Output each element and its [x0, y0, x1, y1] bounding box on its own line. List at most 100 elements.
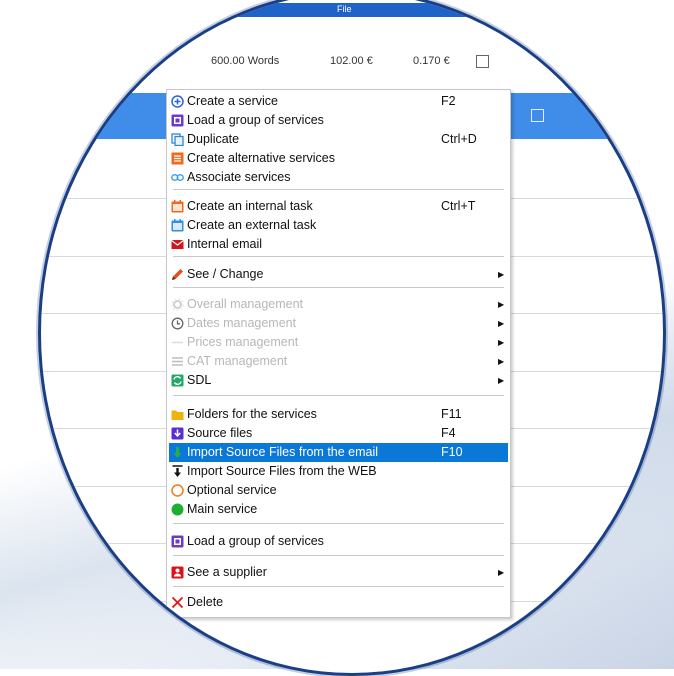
- menu-item-label: CAT management: [187, 354, 288, 368]
- menu-item-create-alternative[interactable]: Create alternative services: [169, 149, 508, 168]
- submenu-arrow-icon: ▶: [498, 357, 505, 366]
- source-files-icon: [171, 427, 184, 440]
- menu-item-cat-management[interactable]: CAT management ▶: [169, 352, 508, 371]
- menu-item-label: Import Source Files from the WEB: [187, 464, 377, 478]
- menu-item-delete[interactable]: Delete: [169, 593, 508, 612]
- menu-separator: [173, 555, 504, 556]
- menu-separator: [173, 395, 504, 396]
- zoom-circle: File 600.00 Words 102.00 € 0.170 € Creat…: [38, 0, 666, 676]
- words-cell: 600.00 Words: [211, 55, 280, 67]
- top-strip: File: [41, 3, 663, 17]
- menu-item-label: Dates management: [187, 316, 297, 330]
- menu-item-external-task[interactable]: Create an external task: [169, 216, 508, 235]
- menu-separator: [173, 523, 504, 524]
- service-row[interactable]: 600.00 Words 102.00 € 0.170 €: [41, 23, 663, 93]
- menu-item-label: Import Source Files from the email: [187, 445, 379, 459]
- menu-item-label: Create an internal task: [187, 199, 313, 213]
- main-circle-icon: [171, 503, 184, 516]
- list-icon: [172, 357, 183, 366]
- gear-icon: [171, 298, 184, 311]
- menu-item-sdl[interactable]: SDL ▶: [169, 371, 508, 390]
- menu-item-label: SDL: [187, 373, 212, 387]
- menu-item-label: Prices management: [187, 335, 299, 349]
- menu-item-label: Main service: [187, 502, 258, 516]
- price-cell: 102.00 €: [330, 55, 373, 67]
- menu-item-label: Folders for the services: [187, 407, 317, 421]
- menu-item-shortcut: Ctrl+T: [441, 199, 476, 213]
- context-menu: Create a service F2 Load a group of serv…: [166, 89, 511, 618]
- menu-separator: [173, 256, 504, 257]
- menu-item-label: Load a group of services: [187, 113, 324, 127]
- menu-item-shortcut: F2: [441, 94, 456, 108]
- menu-item-see-supplier[interactable]: See a supplier ▶: [169, 563, 508, 582]
- menu-item-label: Source files: [187, 426, 253, 440]
- selected-row-checkbox[interactable]: [531, 109, 544, 122]
- row-checkbox[interactable]: [476, 55, 489, 68]
- import-email-icon: [173, 447, 182, 458]
- menu-item-see-change[interactable]: See / Change ▶: [169, 265, 508, 284]
- submenu-arrow-icon: ▶: [498, 270, 505, 279]
- submenu-arrow-icon: ▶: [498, 300, 505, 309]
- plus-circle-icon: [171, 95, 184, 108]
- menu-item-label: Associate services: [187, 170, 291, 184]
- menu-item-duplicate[interactable]: Duplicate Ctrl+D: [169, 130, 508, 149]
- internal-task-icon: [171, 200, 184, 213]
- menu-item-internal-task[interactable]: Create an internal task Ctrl+T: [169, 197, 508, 216]
- menu-item-prices-management[interactable]: Prices management ▶: [169, 333, 508, 352]
- submenu-arrow-icon: ▶: [498, 319, 505, 328]
- submenu-arrow-icon: ▶: [498, 338, 505, 347]
- email-icon: [171, 240, 184, 249]
- menu-item-import-web[interactable]: Import Source Files from the WEB: [169, 462, 508, 481]
- menu-item-dates-management[interactable]: Dates management ▶: [169, 314, 508, 333]
- load-group-icon: [171, 535, 184, 548]
- app-background: File 600.00 Words 102.00 € 0.170 € Creat…: [41, 3, 663, 672]
- menu-item-create-service[interactable]: Create a service F2: [169, 92, 508, 111]
- menu-item-label: Overall management: [187, 297, 304, 311]
- menu-item-shortcut: F11: [441, 407, 462, 421]
- menu-item-label: Internal email: [187, 237, 263, 251]
- menu-item-overall-management[interactable]: Overall management ▶: [169, 295, 508, 314]
- menu-item-label: Create a service: [187, 94, 279, 108]
- menu-item-label: Duplicate: [187, 132, 240, 146]
- menu-item-label: Delete: [187, 595, 224, 609]
- menu-item-import-email[interactable]: Import Source Files from the email F10: [169, 443, 508, 462]
- menu-item-source-files[interactable]: Source files F4: [169, 424, 508, 443]
- menu-separator: [173, 287, 504, 288]
- duplicate-icon: [171, 133, 184, 146]
- optional-circle-icon: [171, 484, 184, 497]
- top-strip-text: File: [337, 4, 352, 14]
- menu-item-label: Create alternative services: [187, 151, 335, 165]
- pencil-icon: [172, 269, 183, 280]
- unit-price-cell: 0.170 €: [413, 55, 450, 67]
- menu-item-main-service[interactable]: Main service: [169, 500, 508, 519]
- load-group-icon: [171, 114, 184, 127]
- menu-item-label: Optional service: [187, 483, 277, 497]
- menu-item-shortcut: F10: [441, 445, 463, 459]
- folder-icon: [171, 410, 184, 420]
- menu-separator: [173, 189, 504, 190]
- submenu-arrow-icon: ▶: [498, 376, 505, 385]
- submenu-arrow-icon: ▶: [498, 568, 505, 577]
- link-icon: [171, 174, 184, 181]
- alternative-icon: [171, 152, 184, 165]
- supplier-icon: [171, 566, 184, 579]
- menu-item-label: Create an external task: [187, 218, 317, 232]
- menu-item-load-group[interactable]: Load a group of services: [169, 111, 508, 130]
- delete-x-icon: [171, 596, 184, 609]
- sdl-icon: [171, 374, 184, 387]
- menu-item-label: See / Change: [187, 267, 264, 281]
- clock-icon: [171, 317, 184, 330]
- menu-separator: [173, 586, 504, 587]
- price-icon: [172, 341, 183, 344]
- menu-item-shortcut: F4: [441, 426, 456, 440]
- menu-item-internal-email[interactable]: Internal email: [169, 235, 508, 254]
- menu-item-shortcut: Ctrl+D: [441, 132, 477, 146]
- menu-item-label: See a supplier: [187, 565, 267, 579]
- menu-item-folders[interactable]: Folders for the services F11: [169, 405, 508, 424]
- import-web-icon: [172, 465, 183, 477]
- menu-item-label: Load a group of services: [187, 534, 324, 548]
- menu-item-associate-services[interactable]: Associate services: [169, 168, 508, 187]
- menu-item-load-group-2[interactable]: Load a group of services: [169, 532, 508, 551]
- menu-item-optional-service[interactable]: Optional service: [169, 481, 508, 500]
- external-task-icon: [171, 219, 184, 232]
